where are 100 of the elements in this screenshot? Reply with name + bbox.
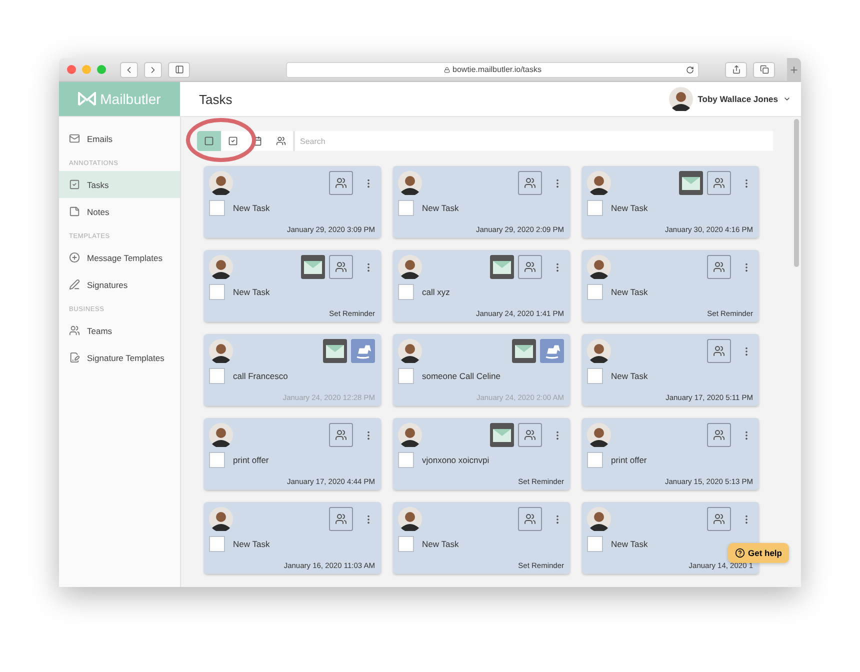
- sidebar-item[interactable]: Signatures: [59, 271, 180, 298]
- team-button[interactable]: [329, 171, 353, 195]
- view-button[interactable]: [197, 131, 221, 151]
- task-checkbox[interactable]: [587, 200, 603, 216]
- task-title: call Francesco: [233, 371, 288, 381]
- task-checkbox[interactable]: [209, 200, 225, 216]
- reload-icon[interactable]: [686, 66, 694, 74]
- task-checkbox[interactable]: [587, 284, 603, 300]
- task-title: print offer: [233, 455, 269, 465]
- avatar: [398, 339, 422, 363]
- task-title: vjonxono xoicnvpi: [422, 455, 490, 465]
- mail-icon: [301, 255, 325, 279]
- task-checkbox[interactable]: [209, 368, 225, 384]
- caret-icon: [783, 95, 791, 103]
- people-icon: [335, 429, 347, 441]
- mail-icon: [679, 171, 703, 195]
- help-icon: [734, 548, 745, 558]
- team-button[interactable]: [707, 507, 731, 531]
- share-button[interactable]: [725, 62, 747, 78]
- task-checkbox[interactable]: [398, 536, 414, 552]
- avatar: [668, 87, 693, 111]
- people-icon: [713, 261, 725, 273]
- team-button[interactable]: [707, 423, 731, 447]
- task-checkbox[interactable]: [209, 452, 225, 468]
- task-checkbox[interactable]: [587, 368, 603, 384]
- task-title: someone Call Celine: [422, 371, 500, 381]
- avatar: [209, 507, 233, 531]
- checkbox-icon: [228, 136, 238, 146]
- team-button[interactable]: [707, 171, 731, 195]
- avatar: [209, 255, 233, 279]
- logo-icon: [78, 92, 96, 106]
- avatar: [209, 339, 233, 363]
- scrollbar[interactable]: [794, 119, 799, 267]
- people-icon: [335, 261, 347, 273]
- avatar: [209, 423, 233, 447]
- plus-icon: [789, 64, 799, 74]
- people-icon: [713, 345, 725, 357]
- team-button[interactable]: [329, 423, 353, 447]
- task-title: New Task: [422, 539, 459, 549]
- task-title: New Task: [611, 203, 648, 213]
- team-button[interactable]: [707, 339, 731, 363]
- avatar: [398, 171, 422, 195]
- people-icon: [713, 513, 725, 525]
- mail-icon: [323, 339, 347, 363]
- task-checkbox[interactable]: [209, 284, 225, 300]
- task-title: print offer: [611, 455, 647, 465]
- avatar: [398, 507, 422, 531]
- avatar: [587, 171, 611, 195]
- sidebar-item[interactable]: Notes: [59, 198, 180, 225]
- task-checkbox[interactable]: [398, 368, 414, 384]
- address-bar[interactable]: bowtie.mailbutler.io/tasks: [286, 62, 699, 78]
- search-input[interactable]: Search: [294, 131, 773, 151]
- task-checkbox[interactable]: [587, 536, 603, 552]
- mail-icon: [69, 133, 80, 144]
- task-checkbox[interactable]: [398, 200, 414, 216]
- avatar: [398, 423, 422, 447]
- sidebar-item[interactable]: Teams: [59, 317, 180, 344]
- task-title: New Task: [611, 539, 648, 549]
- task-checkbox[interactable]: [209, 536, 225, 552]
- tabs-button[interactable]: [753, 62, 775, 78]
- sidebar-item[interactable]: Emails: [59, 125, 180, 152]
- note-icon: [69, 206, 80, 217]
- plus-icon: [69, 252, 80, 263]
- team-button[interactable]: [518, 423, 542, 447]
- highlight-ellipse: [185, 117, 257, 163]
- people-icon: [524, 513, 536, 525]
- user-menu[interactable]: Toby Wallace Jones: [668, 82, 801, 116]
- people-icon: [276, 136, 286, 146]
- people-icon: [713, 177, 725, 189]
- square-icon: [204, 136, 214, 146]
- task-checkbox[interactable]: [398, 284, 414, 300]
- task-checkbox[interactable]: [398, 452, 414, 468]
- people-icon: [335, 513, 347, 525]
- team-button[interactable]: [518, 255, 542, 279]
- avatar: [209, 171, 233, 195]
- task-checkbox[interactable]: [587, 452, 603, 468]
- new-tab-button[interactable]: [787, 58, 801, 81]
- team-button[interactable]: [329, 255, 353, 279]
- team-button[interactable]: [518, 171, 542, 195]
- help-button[interactable]: Get help: [728, 543, 789, 563]
- document-icon: [69, 352, 80, 363]
- user-name: Toby Wallace Jones: [698, 94, 778, 104]
- tabs-icon: [760, 65, 768, 74]
- sidebar-item[interactable]: Signature Templates: [59, 344, 180, 371]
- avatar: [587, 339, 611, 363]
- team-button[interactable]: [707, 255, 731, 279]
- avatar: [587, 255, 611, 279]
- sidebar-item[interactable]: Message Templates: [59, 244, 180, 271]
- people-icon: [335, 177, 347, 189]
- team-button[interactable]: [329, 507, 353, 531]
- avatar: [398, 255, 422, 279]
- people-icon: [713, 429, 725, 441]
- sidebar-button[interactable]: [168, 62, 190, 78]
- people-icon: [524, 177, 536, 189]
- people-icon: [524, 429, 536, 441]
- team-button[interactable]: [518, 507, 542, 531]
- avatar: [587, 423, 611, 447]
- sidebar-item[interactable]: Tasks: [59, 171, 180, 198]
- page-title: Tasks: [198, 92, 234, 106]
- task-title: New Task: [422, 203, 459, 213]
